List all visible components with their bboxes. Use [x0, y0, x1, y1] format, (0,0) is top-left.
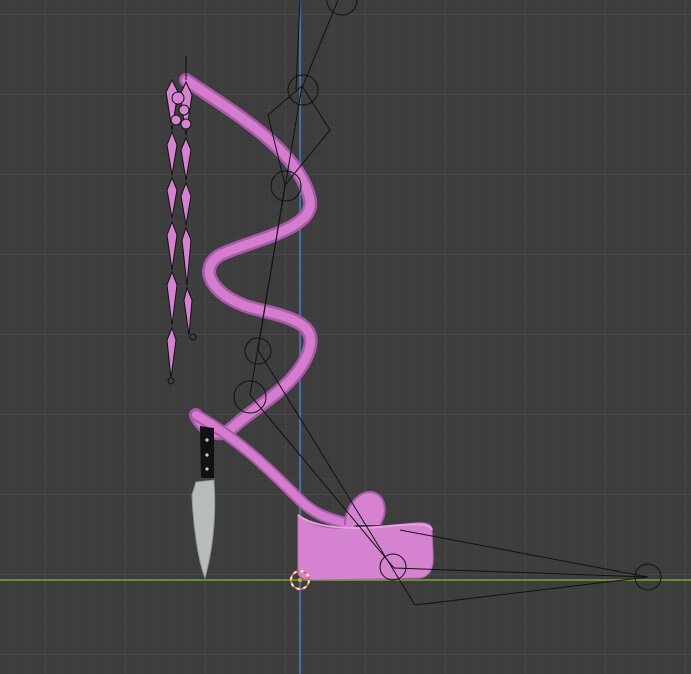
knife-object[interactable] [191, 426, 216, 580]
ik-rig[interactable] [233, 0, 662, 606]
3d-viewport[interactable] [0, 0, 691, 674]
finger-armature[interactable] [165, 56, 197, 385]
platform-sole[interactable] [297, 490, 434, 581]
knife-blade [191, 479, 216, 580]
viewport-scene[interactable] [0, 0, 691, 674]
